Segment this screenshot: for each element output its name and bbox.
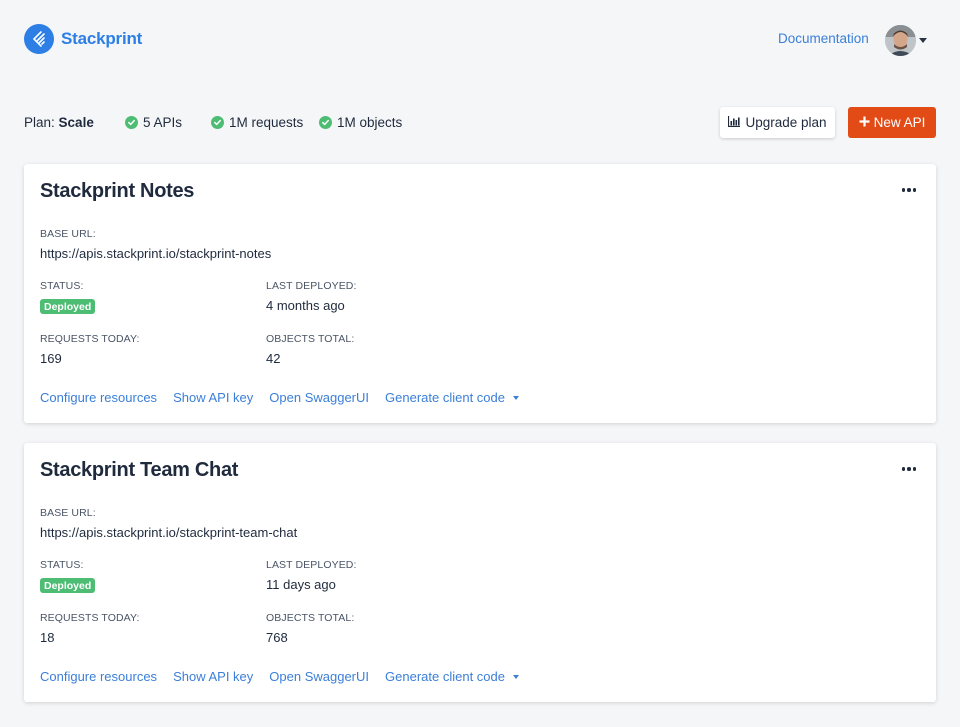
- plan-feature-text: 1M requests: [229, 115, 304, 130]
- plan-label: Plan: Scale: [24, 115, 94, 130]
- requests-today-label: REQUESTS TODAY:: [40, 612, 140, 624]
- api-card: Stackprint Team Chat BASE URL: https://a…: [24, 443, 936, 702]
- objects-total-label: OBJECTS TOTAL:: [266, 333, 355, 345]
- base-url-value: https://apis.stackprint.io/stackprint-te…: [40, 525, 298, 540]
- more-horizontal-icon[interactable]: [898, 182, 920, 198]
- avatar: [885, 24, 916, 56]
- generate-client-code-dropdown[interactable]: Generate client code: [385, 669, 519, 684]
- check-circle-icon: [211, 116, 224, 129]
- show-api-key-link[interactable]: Show API key: [173, 390, 253, 405]
- plan-feature-objects: 1M objects: [319, 115, 402, 130]
- new-api-button[interactable]: New API: [848, 107, 936, 138]
- status-badge: Deployed: [40, 578, 96, 593]
- plan-bar: Plan: Scale 5 APIs 1M requests 1M object…: [24, 107, 936, 139]
- brand-name: Stackprint: [61, 29, 143, 48]
- last-deployed-label: LAST DEPLOYED:: [266, 559, 357, 571]
- requests-today-value: 18: [40, 630, 55, 645]
- plan-feature-apis: 5 APIs: [125, 115, 182, 130]
- caret-down-icon: [512, 395, 519, 400]
- requests-today-value: 169: [40, 351, 62, 366]
- check-circle-icon: [125, 116, 138, 129]
- requests-today-label: REQUESTS TODAY:: [40, 333, 140, 345]
- upgrade-plan-button[interactable]: Upgrade plan: [720, 107, 835, 138]
- generate-client-code-dropdown[interactable]: Generate client code: [385, 390, 519, 405]
- api-title: Stackprint Notes: [40, 180, 195, 202]
- last-deployed-value: 4 months ago: [266, 298, 345, 313]
- new-api-label: New API: [873, 115, 926, 130]
- plan-feature-requests: 1M requests: [211, 115, 303, 130]
- show-api-key-link[interactable]: Show API key: [173, 669, 253, 684]
- api-card: Stackprint Notes BASE URL: https://apis.…: [24, 164, 936, 423]
- objects-total-value: 768: [266, 630, 288, 645]
- open-swaggerui-link[interactable]: Open SwaggerUI: [269, 390, 369, 405]
- status-badge: Deployed: [40, 299, 96, 314]
- base-url-label: BASE URL:: [40, 228, 96, 240]
- documentation-link[interactable]: Documentation: [778, 31, 869, 46]
- objects-total-value: 42: [266, 351, 281, 366]
- stackprint-logo-icon: [24, 24, 54, 54]
- configure-resources-link[interactable]: Configure resources: [40, 390, 157, 405]
- caret-down-icon: [512, 674, 519, 679]
- check-circle-icon: [319, 116, 332, 129]
- open-swaggerui-link[interactable]: Open SwaggerUI: [269, 669, 369, 684]
- plus-icon: [859, 115, 870, 130]
- objects-total-label: OBJECTS TOTAL:: [266, 612, 355, 624]
- generate-client-code-label: Generate client code: [385, 669, 505, 684]
- bar-chart-icon: [728, 115, 741, 130]
- more-horizontal-icon[interactable]: [898, 461, 920, 477]
- configure-resources-link[interactable]: Configure resources: [40, 669, 157, 684]
- last-deployed-label: LAST DEPLOYED:: [266, 280, 357, 292]
- top-header: Stackprint Documentation: [0, 0, 960, 80]
- generate-client-code-label: Generate client code: [385, 390, 505, 405]
- last-deployed-value: 11 days ago: [266, 577, 336, 592]
- plan-feature-text: 5 APIs: [143, 115, 183, 130]
- base-url-label: BASE URL:: [40, 507, 96, 519]
- api-title: Stackprint Team Chat: [40, 459, 239, 481]
- upgrade-plan-label: Upgrade plan: [745, 115, 827, 130]
- plan-name: Scale: [58, 115, 94, 130]
- status-label: STATUS:: [40, 280, 84, 292]
- plan-label-text: Plan:: [24, 115, 55, 130]
- api-actions: Configure resources Show API key Open Sw…: [40, 669, 519, 684]
- api-actions: Configure resources Show API key Open Sw…: [40, 390, 519, 405]
- brand-home-link[interactable]: Stackprint: [24, 24, 142, 54]
- plan-feature-text: 1M objects: [337, 115, 403, 130]
- status-label: STATUS:: [40, 559, 84, 571]
- caret-down-icon: [919, 37, 927, 43]
- base-url-value: https://apis.stackprint.io/stackprint-no…: [40, 246, 272, 261]
- user-menu[interactable]: [885, 24, 927, 56]
